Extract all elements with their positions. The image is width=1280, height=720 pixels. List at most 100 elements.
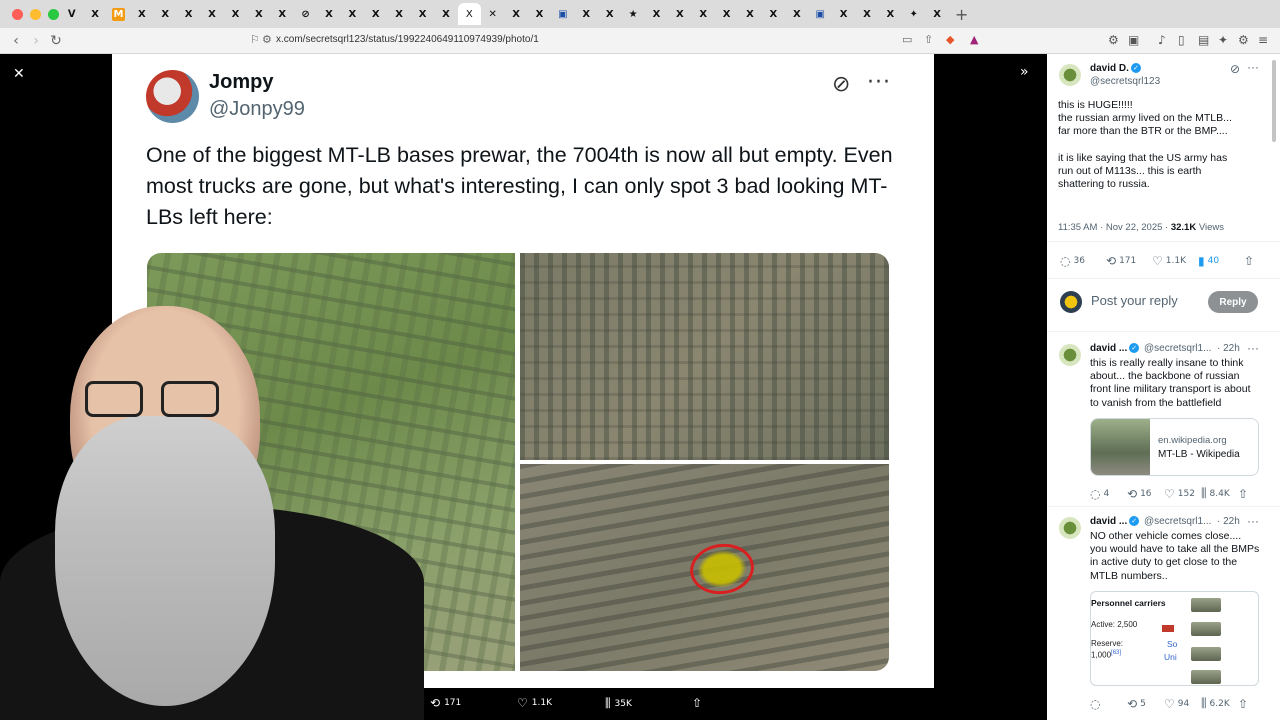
table-link-1[interactable]: So (1167, 639, 1177, 649)
browser-tab[interactable]: X (575, 3, 598, 25)
vpn-icon[interactable]: ⚙ (1238, 33, 1249, 47)
browser-tab[interactable]: X (668, 3, 691, 25)
browser-tab[interactable]: X (925, 3, 948, 25)
browser-tab[interactable]: X (434, 3, 457, 25)
link-card[interactable]: en.wikipedia.org MT-LB - Wikipedia (1090, 418, 1259, 476)
browser-tab[interactable]: X (200, 3, 223, 25)
browser-tab[interactable]: X (177, 3, 200, 25)
ai-icon[interactable]: ✦ (1218, 33, 1228, 47)
browser-tab[interactable]: ✕ (481, 3, 504, 25)
extensions-icon[interactable]: ⚙ (1108, 33, 1119, 47)
views-action[interactable]: ⫼ 8.4K (1201, 486, 1238, 501)
browser-tab[interactable]: X (271, 3, 294, 25)
repost-action[interactable]: ⟲ 5 (1127, 697, 1164, 711)
sidebar-icon[interactable]: ▯ (1178, 33, 1185, 47)
bookmark-action[interactable]: ▮ 40 (1198, 254, 1244, 268)
maximize-window-button[interactable] (48, 8, 59, 20)
like-action[interactable]: ♡ 1.1K (1152, 254, 1198, 268)
new-tab-button[interactable]: + (955, 5, 968, 24)
minimize-window-button[interactable] (30, 8, 41, 20)
browser-tab[interactable]: ✦ (902, 3, 925, 25)
browser-tab[interactable]: X (224, 3, 247, 25)
browser-tab[interactable]: X (387, 3, 410, 25)
share-action[interactable]: ⇧ (1244, 254, 1254, 268)
browser-tab[interactable]: X (855, 3, 878, 25)
reply-author[interactable]: david ... ✓ (1090, 516, 1140, 527)
browser-tab[interactable]: X (130, 3, 153, 25)
author-name[interactable]: david D. ✓ (1090, 63, 1141, 74)
browser-tab[interactable]: X (692, 3, 715, 25)
brave-shield-icon[interactable]: ◆ (946, 33, 954, 46)
cast-icon[interactable]: ▭ (902, 33, 912, 46)
browser-tab[interactable]: M (107, 3, 130, 25)
browser-tab[interactable]: X (528, 3, 551, 25)
share-icon[interactable]: ⇧ (924, 33, 933, 46)
reply-button[interactable]: Reply (1208, 291, 1258, 313)
wikipedia-table-image[interactable]: Personnel carriers Active: 2,500 Reserve… (1090, 591, 1259, 686)
browser-tab[interactable]: ▣ (551, 3, 574, 25)
wallet-icon[interactable]: ▤ (1198, 33, 1209, 47)
repost-action[interactable]: ⟲ 16 (1127, 487, 1164, 501)
reply-action[interactable]: ◌ (1090, 697, 1127, 711)
reply-avatar[interactable] (1059, 344, 1081, 366)
more-icon[interactable]: ··· (1247, 60, 1259, 74)
music-icon[interactable]: ♪ (1158, 33, 1166, 47)
reply-input[interactable]: Post your reply (1091, 293, 1178, 308)
viewer-like-stat[interactable]: ♡ 1.1K (517, 696, 552, 710)
reply-action[interactable]: ◌ 4 (1090, 487, 1127, 501)
more-icon[interactable]: ··· (1247, 514, 1259, 528)
browser-tab[interactable]: X (598, 3, 621, 25)
browser-tab[interactable]: X (762, 3, 785, 25)
browser-tab[interactable]: X (645, 3, 668, 25)
panel-scrollbar[interactable] (1272, 60, 1276, 142)
browser-tab[interactable]: X (154, 3, 177, 25)
brave-rewards-icon[interactable]: ▲ (970, 33, 978, 46)
author-handle[interactable]: @secretsqrl123 (1090, 76, 1160, 87)
forward-icon[interactable]: › (26, 33, 46, 49)
close-window-button[interactable] (12, 8, 23, 20)
viewer-share-stat[interactable]: ⇧ (692, 696, 702, 710)
share-action[interactable]: ⇧ (1238, 487, 1248, 501)
address-bar[interactable]: x.com/secretsqrl123/status/1992240649110… (276, 34, 539, 45)
reply-handle[interactable]: @secretsqrl1... (1144, 516, 1211, 527)
browser-tab[interactable]: ★ (621, 3, 644, 25)
reply-handle[interactable]: @secretsqrl1... (1144, 343, 1211, 354)
menu-icon[interactable]: ≡ (1258, 33, 1268, 47)
reply-avatar[interactable] (1059, 517, 1081, 539)
browser-tab[interactable]: X (715, 3, 738, 25)
reply-action[interactable]: ◌ 36 (1060, 254, 1106, 268)
browser-tab[interactable]: X (785, 3, 808, 25)
views-action[interactable]: ⫼ 6.2K (1201, 696, 1238, 711)
browser-tab[interactable]: X (247, 3, 270, 25)
author-avatar[interactable] (1059, 64, 1081, 86)
browser-tab[interactable]: X (832, 3, 855, 25)
site-info-icon[interactable]: ⚙ (262, 33, 272, 46)
viewer-views-stat[interactable]: ⫼ 35K (605, 696, 632, 711)
browser-tab[interactable]: X (341, 3, 364, 25)
reload-icon[interactable]: ↻ (46, 33, 66, 49)
browser-tab[interactable]: X (364, 3, 387, 25)
active-tab[interactable]: X (457, 3, 482, 25)
like-action[interactable]: ♡ 152 (1164, 487, 1201, 501)
repost-action[interactable]: ⟲ 171 (1106, 254, 1152, 268)
share-action[interactable]: ⇧ (1238, 697, 1248, 711)
browser-tab[interactable]: X (738, 3, 761, 25)
browser-tab[interactable]: ⊘ (294, 3, 317, 25)
browser-tab[interactable]: ᐯ (60, 3, 83, 25)
browser-tab[interactable]: ▣ (809, 3, 832, 25)
browser-tab[interactable]: X (317, 3, 340, 25)
bookmark-icon[interactable]: ⚐ (250, 33, 260, 46)
browser-tab[interactable]: X (411, 3, 434, 25)
viewer-repost-stat[interactable]: ⟲ 171 (430, 696, 461, 710)
reading-list-icon[interactable]: ▣ (1128, 33, 1139, 47)
expand-panel-icon[interactable]: » (1020, 64, 1029, 80)
close-viewer-icon[interactable]: ✕ (13, 66, 25, 82)
back-icon[interactable]: ‹ (6, 33, 26, 49)
browser-tab[interactable]: X (879, 3, 902, 25)
browser-tab[interactable]: X (83, 3, 106, 25)
like-action[interactable]: ♡ 94 (1164, 697, 1201, 711)
more-icon[interactable]: ··· (1247, 341, 1259, 355)
reply-author[interactable]: david ... ✓ (1090, 343, 1140, 354)
table-link-2[interactable]: Uni (1164, 652, 1177, 662)
grok-icon[interactable]: ⊘ (1230, 62, 1240, 76)
